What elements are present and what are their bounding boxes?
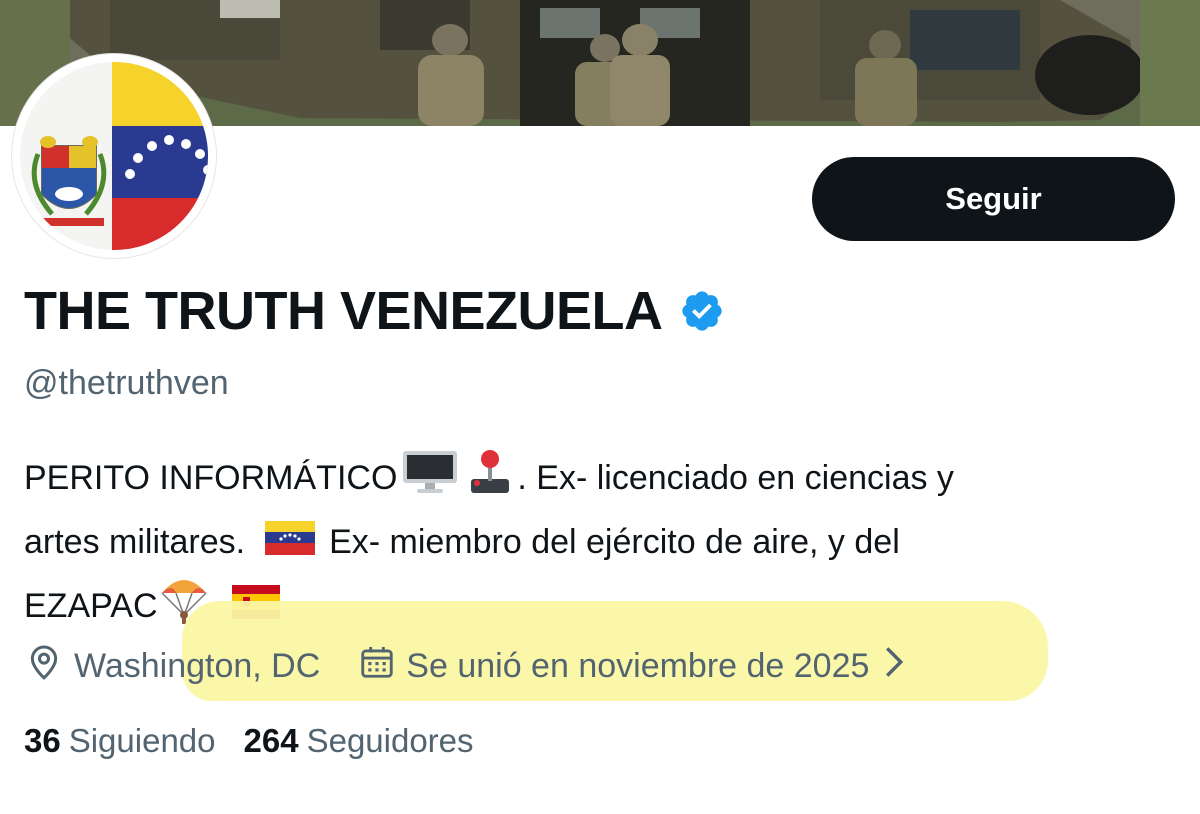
calendar-icon (358, 643, 396, 690)
profile-handle: @thetruthven (24, 364, 229, 402)
joystick-icon (467, 447, 513, 513)
bio-text: artes militares. (24, 523, 246, 561)
location-text: Washington, DC (74, 646, 321, 685)
verified-badge-icon[interactable] (679, 288, 725, 334)
followers-link[interactable]: 264 Seguidores (244, 722, 474, 760)
venezuela-flag-icon (265, 515, 316, 573)
bio-line-1: PERITO INFORMÁTICO . Ex- licenciado en ci… (24, 447, 1174, 513)
following-label: Siguiendo (68, 722, 216, 759)
profile-avatar[interactable] (12, 54, 216, 258)
location-item: Washington, DC (24, 642, 320, 691)
display-name-row: THE TRUTH VENEZUELA (24, 280, 725, 342)
following-link[interactable]: 36 Siguiendo (24, 722, 216, 760)
venezuela-coat-of-arms-flag-image (20, 62, 208, 250)
bio-line-2: artes militares. Ex- miembro del ejército… (24, 513, 1174, 573)
bio-text: PERITO INFORMÁTICO (24, 458, 398, 497)
followers-count: 264 (243, 722, 299, 759)
location-pin-icon (24, 642, 64, 691)
follow-button[interactable]: Seguir (812, 157, 1175, 241)
desktop-computer-icon (401, 447, 459, 513)
bio-text: Ex- miembro del ejército de aire, y del (329, 523, 900, 561)
profile-page: Seguir THE TRUTH VENEZUELA @thetruthven … (0, 0, 1200, 814)
bio-text: EZAPAC (24, 587, 158, 625)
profile-meta-row: Washington, DC Se unió en noviembre de 2… (24, 641, 905, 691)
following-count: 36 (24, 722, 61, 759)
join-date-item: Se unió en noviembre de 2025 (358, 643, 905, 690)
follow-counts: 36 Siguiendo 264 Seguidores (24, 722, 474, 760)
join-date-text: Se unió en noviembre de 2025 (406, 646, 870, 685)
bio-text: . Ex- licenciado en ciencias y (517, 458, 954, 497)
followers-label: Seguidores (306, 722, 474, 759)
chevron-right-icon[interactable] (883, 645, 905, 688)
display-name: THE TRUTH VENEZUELA (24, 281, 663, 341)
